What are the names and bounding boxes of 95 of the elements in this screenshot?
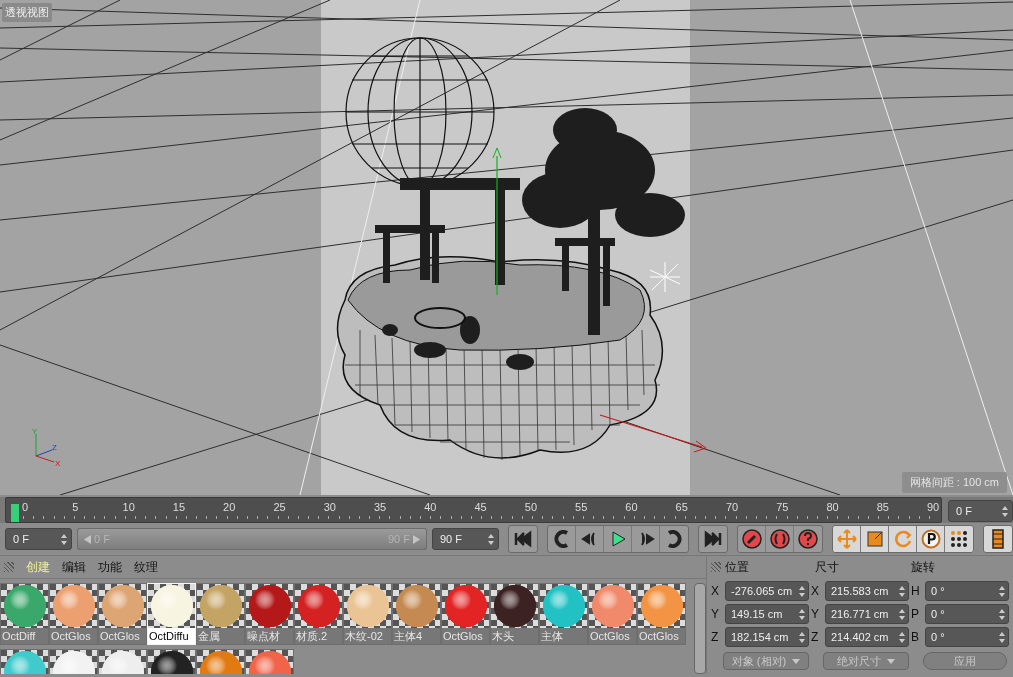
- letter-p-icon: [920, 529, 941, 549]
- frame-number: 15: [172, 501, 186, 513]
- frame-number: 40: [424, 501, 437, 513]
- axis-label: B: [911, 630, 920, 644]
- material-name: OctDiffu: [148, 628, 195, 644]
- axis-label: Y: [711, 607, 720, 621]
- axis-label: H: [911, 584, 921, 598]
- material-swatch[interactable]: OctGlos: [49, 583, 98, 645]
- frame-number: 5: [72, 501, 79, 513]
- frame-number: 75: [776, 501, 789, 513]
- spinner-icon[interactable]: [799, 608, 805, 620]
- position-field[interactable]: 149.15 cm: [725, 604, 809, 624]
- help-icon: [798, 529, 818, 549]
- material-swatch[interactable]: OctGlos: [98, 583, 147, 645]
- column-header: 位置: [725, 558, 750, 576]
- menu-item[interactable]: 创建: [26, 558, 50, 576]
- frame-number: 90: [927, 501, 940, 513]
- axis-label: X: [711, 584, 720, 598]
- spinner-icon[interactable]: [999, 631, 1005, 643]
- axis-label: P: [911, 607, 920, 621]
- frame-number: 50: [524, 501, 537, 513]
- material-swatch[interactable]: 噪点材: [245, 583, 294, 645]
- material-swatch[interactable]: OctDiff: [0, 583, 49, 645]
- viewport-title: 透视视图: [2, 3, 52, 22]
- start-frame-field[interactable]: 0 F: [5, 528, 73, 550]
- size-field[interactable]: 215.583 cm: [825, 581, 909, 601]
- menu-item[interactable]: 编辑: [62, 558, 86, 576]
- material-swatch[interactable]: 主体4: [392, 583, 441, 645]
- frame-number: 85: [876, 501, 889, 513]
- frame-number: 70: [725, 501, 739, 513]
- size-field[interactable]: 216.771 cm: [825, 604, 909, 624]
- menu-item[interactable]: 纹理: [134, 558, 158, 576]
- material-swatch[interactable]: OctDiffu: [147, 583, 196, 645]
- spinner-icon[interactable]: [999, 585, 1005, 597]
- circle-icon: [769, 529, 790, 549]
- spinner-icon[interactable]: [799, 631, 805, 643]
- spinner-icon[interactable]: [899, 585, 905, 597]
- material-swatch[interactable]: 木纹-02: [343, 583, 392, 645]
- material-swatch[interactable]: OctGlos: [637, 583, 686, 645]
- frame-number: 35: [373, 501, 387, 513]
- caret-icon: [887, 658, 895, 664]
- spinner-icon[interactable]: [488, 533, 494, 545]
- timeline-ruler[interactable]: 0 5 10 15 20 25 30 35 40 45 50 55 60 65 70 75 80 85 90: [5, 497, 942, 523]
- light-icon: [649, 261, 681, 293]
- frame-number: 65: [675, 501, 688, 513]
- spinner-icon[interactable]: [899, 608, 905, 620]
- menu-item[interactable]: 功能: [98, 558, 122, 576]
- position-field[interactable]: 182.154 cm: [725, 627, 809, 647]
- rotate-arrow-icon: [892, 529, 913, 549]
- current-frame-field[interactable]: 0 F: [948, 500, 1013, 522]
- skip-back-icon: [513, 529, 533, 549]
- rotation-field[interactable]: 0 °: [925, 581, 1009, 601]
- spinner-icon[interactable]: [799, 585, 805, 597]
- end-frame-field[interactable]: 90 F: [431, 528, 499, 550]
- grid-spacing-label: 网格间距 : 100 cm: [901, 472, 1007, 493]
- grip-handle[interactable]: [711, 562, 721, 572]
- spinner-icon[interactable]: [999, 608, 1005, 620]
- frame-number: 45: [474, 501, 487, 513]
- frame-number: 10: [122, 501, 135, 513]
- caret-icon: [792, 658, 801, 664]
- material-swatch[interactable]: OctGlos: [441, 583, 490, 645]
- frame-number: 60: [625, 501, 638, 513]
- dot-grid-icon: [949, 529, 969, 549]
- grip-handle[interactable]: [4, 562, 14, 572]
- skip-forward-icon: [703, 529, 723, 549]
- rotation-field[interactable]: 0 °: [925, 627, 1009, 647]
- coordinate-mode-dropdown[interactable]: 对象 (相对): [723, 652, 809, 670]
- material-swatch[interactable]: OctGlos: [588, 583, 637, 645]
- material-swatch[interactable]: 金属: [196, 583, 245, 645]
- spinner-icon[interactable]: [61, 533, 68, 545]
- apply-button[interactable]: 应用: [923, 652, 1007, 670]
- axis-label: Y: [811, 607, 820, 621]
- frame-number: 80: [826, 501, 839, 513]
- spinner-icon[interactable]: [1002, 505, 1008, 517]
- position-field[interactable]: -276.065 cm: [725, 581, 809, 601]
- frame-number: 30: [323, 501, 336, 513]
- axis-label: Z: [811, 630, 820, 644]
- material-swatch[interactable]: 木头: [490, 583, 539, 645]
- square-icon: [864, 529, 885, 549]
- axis-label: X: [811, 584, 820, 598]
- frame-number: 0: [22, 501, 29, 513]
- frame-number: 25: [273, 501, 286, 513]
- size-mode-dropdown[interactable]: 绝对尺寸: [823, 652, 909, 670]
- axis-label: Z: [711, 630, 720, 644]
- rotation-field[interactable]: 0 °: [925, 604, 1009, 624]
- material-swatch[interactable]: 材质.2: [294, 583, 343, 645]
- scrollbar[interactable]: [694, 583, 706, 674]
- column-header: 旋转: [911, 558, 936, 576]
- frame-number: 20: [223, 501, 236, 513]
- frame-number: 55: [575, 501, 588, 513]
- material-swatch[interactable]: 主体: [539, 583, 588, 645]
- spinner-icon[interactable]: [899, 631, 905, 643]
- move-icon: [836, 529, 857, 549]
- column-header: 尺寸: [815, 558, 840, 576]
- size-field[interactable]: 214.402 cm: [825, 627, 909, 647]
